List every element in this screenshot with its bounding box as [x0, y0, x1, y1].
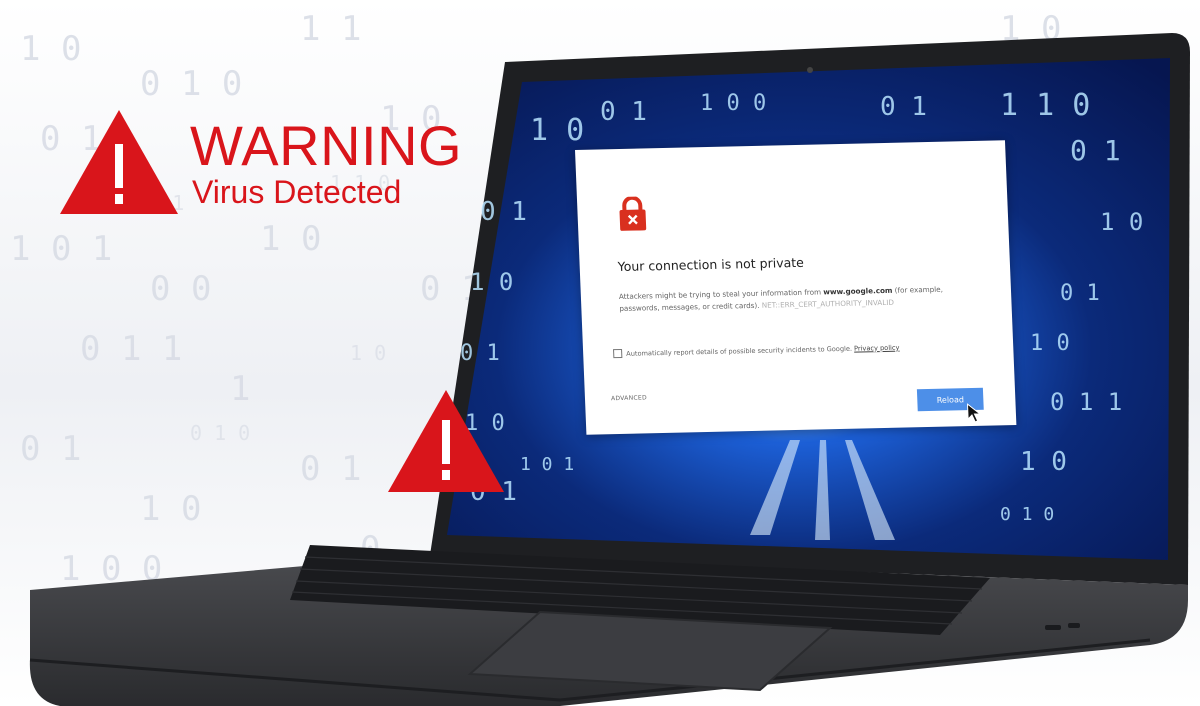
dialog-message-prefix: Attackers might be trying to steal your …	[618, 287, 824, 302]
svg-text:1 0 1: 1 0 1	[520, 454, 574, 475]
svg-text:1 0 0: 1 0 0	[700, 91, 766, 116]
error-code: NET::ERR_CERT_AUTHORITY_INVALID	[761, 297, 895, 310]
svg-text:0 1: 0 1	[1070, 134, 1121, 167]
dialog-title: Your connection is not private	[617, 254, 805, 275]
warning-triangle-icon	[388, 390, 504, 492]
svg-text:0 1: 0 1	[480, 197, 527, 227]
svg-text:1 0: 1 0	[1030, 331, 1070, 356]
svg-text:1 0: 1 0	[530, 113, 584, 148]
report-option[interactable]: Automatically report details of possible…	[613, 343, 900, 359]
privacy-error-dialog-wrapper: Your connection is not private Attackers…	[575, 140, 1017, 435]
advanced-button[interactable]: ADVANCED	[611, 394, 647, 402]
privacy-error-dialog: Your connection is not private Attackers…	[575, 140, 1017, 435]
svg-text:1 0: 1 0	[470, 268, 513, 296]
mouse-cursor-icon	[966, 403, 982, 423]
webcam	[807, 67, 813, 73]
lock-error-icon	[619, 196, 647, 231]
svg-text:0 1 0: 0 1 0	[1000, 504, 1054, 525]
dialog-message: Attackers might be trying to steal your …	[619, 283, 980, 315]
svg-text:0 1 1: 0 1 1	[1050, 388, 1122, 416]
dialog-domain: www.google.com	[823, 285, 893, 297]
report-checkbox[interactable]	[613, 348, 623, 359]
svg-text:0 1: 0 1	[600, 97, 647, 127]
svg-text:0 1: 0 1	[1060, 281, 1100, 306]
svg-text:1 1 0: 1 1 0	[1000, 88, 1090, 123]
privacy-policy-link[interactable]: Privacy policy	[854, 343, 900, 352]
svg-text:0 1: 0 1	[460, 341, 500, 366]
svg-text:1 0: 1 0	[1100, 208, 1143, 236]
report-label: Automatically report details of possible…	[626, 344, 853, 358]
svg-text:0 1: 0 1	[880, 92, 927, 122]
svg-text:1 0: 1 0	[1020, 447, 1067, 477]
